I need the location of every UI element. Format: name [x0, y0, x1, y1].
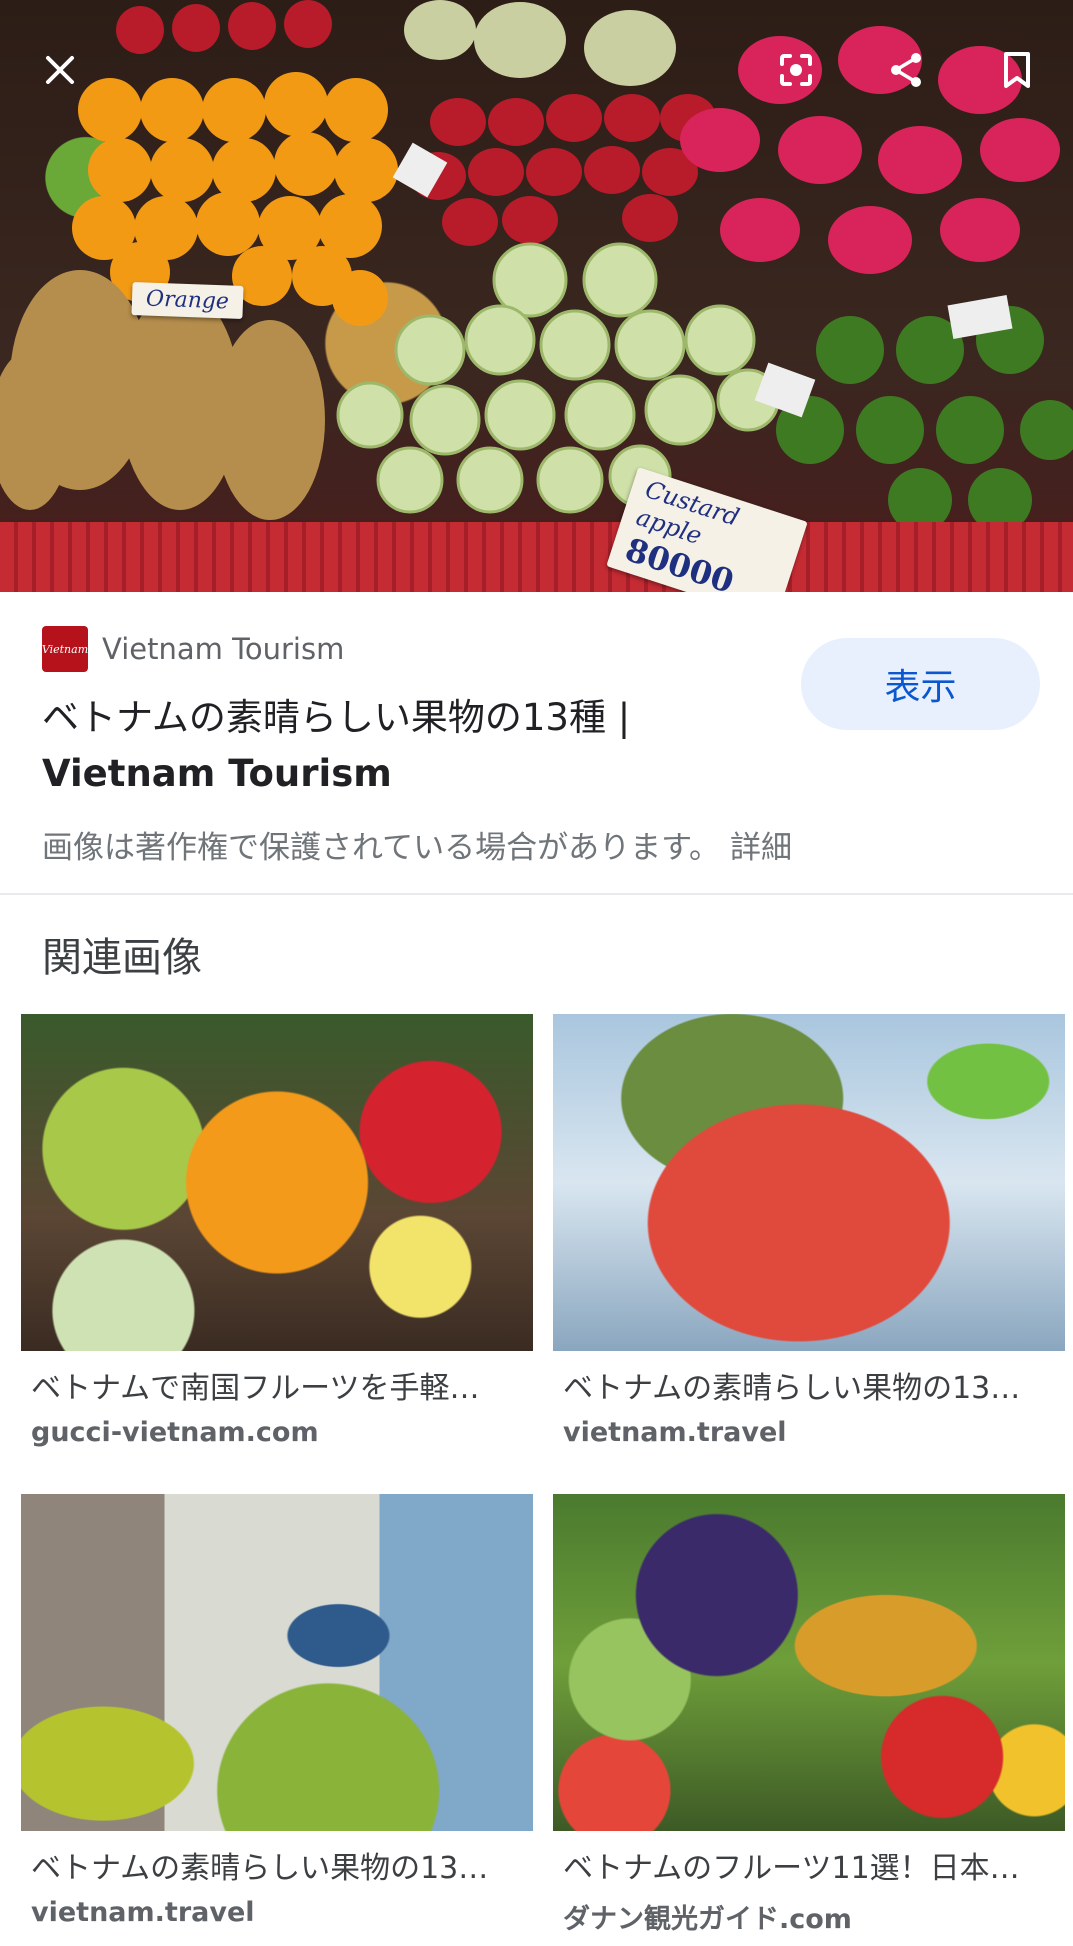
result-title-line2: Vietnam Tourism [42, 752, 392, 795]
close-icon [46, 56, 74, 84]
related-caption[interactable]: ベトナムの素晴らしい果物の13… [563, 1363, 1063, 1407]
related-caption[interactable]: ベトナムで南国フルーツを手軽… [31, 1363, 531, 1407]
related-card[interactable]: ベトナムの素晴らしい果物の13… vietnam.travel [21, 1494, 533, 1928]
lens-button[interactable] [764, 38, 828, 102]
hero-image[interactable]: Orange Custard apple 80000 [0, 0, 1073, 592]
related-image[interactable] [21, 1014, 533, 1351]
related-caption[interactable]: ベトナムの素晴らしい果物の13… [31, 1843, 531, 1887]
copyright-notice: 画像は著作権で保護されている場合があります。 詳細 [42, 822, 792, 867]
share-icon [891, 53, 921, 87]
related-site: gucci-vietnam.com [31, 1417, 319, 1448]
related-image[interactable] [21, 1494, 533, 1831]
view-button[interactable]: 表示 [801, 638, 1040, 730]
related-image[interactable] [553, 1494, 1065, 1831]
related-card[interactable]: ベトナムのフルーツ11選！日本… ダナン観光ガイド.com [553, 1494, 1065, 1936]
price-tag-orange: Orange [131, 282, 244, 319]
source-row[interactable]: Vietnam Vietnam Tourism [42, 626, 344, 672]
related-images-heading: 関連画像 [42, 935, 202, 981]
save-button[interactable] [985, 38, 1049, 102]
close-button[interactable] [28, 38, 92, 102]
copyright-text: 画像は著作権で保護されている場合があります。 [42, 830, 720, 866]
favicon-text: Vietnam [41, 642, 89, 656]
result-title[interactable]: ベトナムの素晴らしい果物の13種 | Vietnam Tourism [42, 690, 762, 802]
related-site: vietnam.travel [563, 1417, 787, 1448]
details-link[interactable]: 詳細 [730, 830, 792, 866]
result-title-line1: ベトナムの素晴らしい果物の13種 | [42, 696, 631, 739]
related-site: ダナン観光ガイド.com [563, 1904, 852, 1935]
related-site: vietnam.travel [31, 1897, 255, 1928]
related-card[interactable]: ベトナムの素晴らしい果物の13… vietnam.travel [553, 1014, 1065, 1448]
related-card[interactable]: ベトナムで南国フルーツを手軽… gucci-vietnam.com [21, 1014, 533, 1448]
share-button[interactable] [874, 38, 938, 102]
related-caption[interactable]: ベトナムのフルーツ11選！日本… [563, 1843, 1063, 1887]
divider [0, 893, 1073, 895]
lens-icon [780, 54, 812, 86]
source-name[interactable]: Vietnam Tourism [102, 632, 344, 666]
price-tag-orange-text: Orange [145, 286, 230, 315]
crate-edge [0, 522, 1073, 592]
related-image[interactable] [553, 1014, 1065, 1351]
bookmark-icon [1004, 52, 1030, 88]
view-button-label: 表示 [884, 667, 957, 708]
site-favicon: Vietnam [42, 626, 88, 672]
